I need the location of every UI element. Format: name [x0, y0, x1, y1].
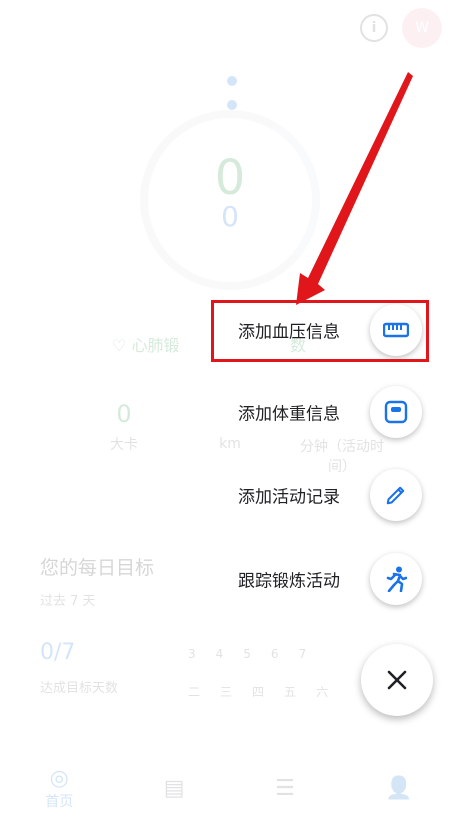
bottom-navigation: ◎ 首页 ▤ ☰ 👤	[0, 756, 458, 820]
menu-label: 添加活动记录	[238, 487, 340, 508]
track-workout-button[interactable]	[370, 553, 422, 605]
day-label: 四	[252, 685, 265, 699]
nav-home[interactable]: ◎ 首页	[45, 766, 73, 811]
add-weight-button[interactable]	[370, 386, 422, 438]
day-label: 三	[220, 685, 233, 699]
person-icon: 👤	[385, 775, 413, 801]
menu-label: 跟踪锻炼活动	[238, 571, 340, 592]
day-label: 六	[316, 685, 329, 699]
top-bar: i W	[360, 8, 442, 48]
info-icon[interactable]: i	[360, 14, 388, 42]
day-label: 4	[215, 647, 224, 661]
day-label: 二	[188, 685, 201, 699]
progress-dot	[227, 100, 237, 110]
close-menu-button[interactable]	[361, 644, 433, 716]
menu-label: 添加体重信息	[238, 404, 340, 425]
pencil-icon	[386, 486, 405, 505]
day-label: 3	[188, 647, 196, 661]
annotation-highlight-box	[211, 300, 429, 362]
scale-icon	[384, 400, 408, 424]
day-label: 7	[298, 647, 307, 661]
close-icon	[387, 670, 407, 690]
day-label: 5	[243, 647, 251, 661]
home-icon: ◎	[49, 765, 69, 791]
menu-item-add-activity[interactable]: 添加活动记录	[0, 465, 458, 525]
clipboard-icon: ▤	[163, 775, 185, 801]
running-icon	[386, 566, 407, 592]
nav-profile[interactable]: 👤	[385, 776, 412, 801]
move-minutes-value: 0	[214, 150, 246, 206]
nav-browse[interactable]: ☰	[275, 776, 295, 801]
goals-achieved-count: 0/7	[40, 640, 76, 665]
day-label: 五	[284, 685, 297, 699]
avatar[interactable]: W	[402, 8, 442, 48]
nav-home-label: 首页	[45, 793, 74, 810]
day-label: 6	[270, 647, 279, 661]
list-icon: ☰	[275, 775, 295, 801]
progress-dot	[227, 76, 237, 86]
menu-item-add-weight[interactable]: 添加体重信息	[0, 382, 458, 442]
week-days-top: 3 4 5 6 7	[188, 647, 306, 661]
week-days-bottom: 二 三 四 五 六	[188, 683, 328, 700]
heart-points-value: 0	[221, 200, 239, 233]
menu-item-track-workout[interactable]: 跟踪锻炼活动	[0, 549, 458, 609]
add-activity-button[interactable]	[370, 469, 422, 521]
nav-journal[interactable]: ▤	[164, 776, 185, 801]
goals-achieved-label: 达成目标天数	[40, 681, 119, 696]
